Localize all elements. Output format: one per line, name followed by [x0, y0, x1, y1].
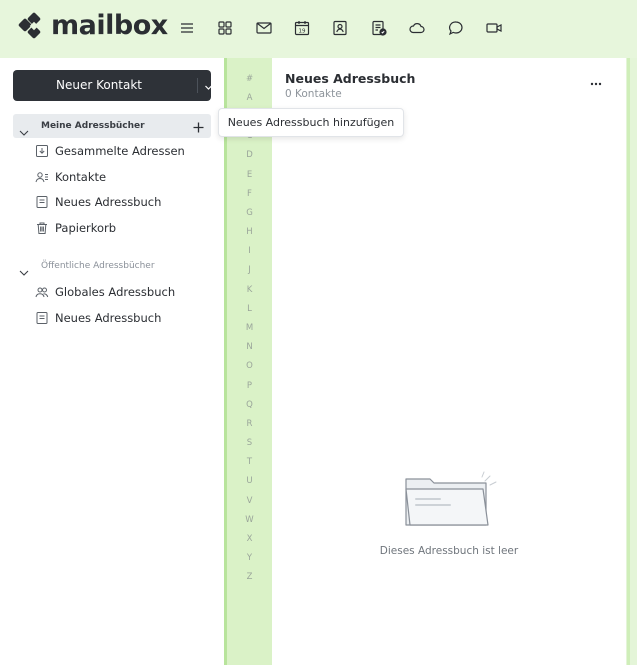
alphabet-index: # A B C D E F G H I J K L M N O P Q R S …: [224, 58, 272, 665]
alphabet-letter[interactable]: P: [227, 381, 272, 391]
right-edge: [626, 58, 637, 665]
alphabet-letter[interactable]: K: [227, 285, 272, 295]
new-contact-label: Neuer Kontakt: [55, 78, 143, 92]
video-icon[interactable]: [485, 19, 503, 37]
contacts-list-icon: [34, 169, 50, 185]
addressbook-item-contacts[interactable]: Kontakte: [34, 166, 106, 188]
tooltip-add-addressbook: Neues Adressbuch hinzufügen: [218, 108, 404, 137]
brand-name: mailbox: [51, 10, 168, 41]
cloud-icon[interactable]: [408, 19, 426, 37]
page-title: Neues Adressbuch: [285, 71, 416, 86]
addressbook-item-public-new[interactable]: Neues Adressbuch: [34, 307, 161, 329]
chat-icon[interactable]: [447, 19, 465, 37]
alphabet-letter[interactable]: X: [227, 534, 272, 544]
section-title: Meine Adressbücher: [41, 121, 145, 131]
chevron-down-icon[interactable]: [19, 262, 29, 281]
scrollbar[interactable]: [627, 58, 630, 665]
alphabet-letter[interactable]: #: [227, 74, 272, 84]
alphabet-letter[interactable]: W: [227, 515, 272, 525]
logo[interactable]: mailbox: [16, 11, 168, 41]
group-icon: [34, 284, 50, 300]
alphabet-letter[interactable]: N: [227, 342, 272, 352]
calendar-icon[interactable]: 19: [293, 19, 311, 37]
alphabet-letter[interactable]: T: [227, 457, 272, 467]
chevron-down-icon[interactable]: [204, 81, 213, 95]
addressbook-item-trash[interactable]: Papierkorb: [34, 217, 116, 239]
alphabet-letter[interactable]: O: [227, 361, 272, 371]
tasks-icon[interactable]: [370, 19, 388, 37]
alphabet-letter[interactable]: E: [227, 170, 272, 180]
addressbook-item-new[interactable]: Neues Adressbuch: [34, 191, 161, 213]
addressbook-label: Papierkorb: [55, 221, 117, 235]
logo-icon: [18, 12, 41, 39]
addressbook-label: Gesammelte Adressen: [55, 144, 185, 158]
button-divider: [197, 78, 198, 93]
chevron-down-icon[interactable]: [19, 122, 29, 141]
addressbook-item-global[interactable]: Globales Adressbuch: [34, 281, 175, 303]
alphabet-letter[interactable]: I: [227, 246, 272, 256]
addressbook-label: Neues Adressbuch: [55, 195, 162, 209]
contacts-icon[interactable]: [331, 19, 349, 37]
addressbook-label: Kontakte: [55, 170, 107, 184]
alphabet-letter[interactable]: V: [227, 496, 272, 506]
empty-state-text: Dieses Adressbuch ist leer: [379, 545, 519, 557]
contact-count: 0 Kontakte: [285, 88, 342, 100]
alphabet-letter[interactable]: F: [227, 189, 272, 199]
more-icon: [590, 82, 602, 86]
add-addressbook-icon[interactable]: [192, 119, 205, 138]
alphabet-letter[interactable]: Z: [227, 572, 272, 582]
new-contact-button[interactable]: Neuer Kontakt: [13, 70, 213, 101]
mail-icon[interactable]: [255, 19, 273, 37]
alphabet-letter[interactable]: R: [227, 419, 272, 429]
svg-text:19: 19: [299, 29, 306, 35]
menu-icon[interactable]: [178, 19, 196, 37]
more-options-button[interactable]: [584, 76, 608, 90]
contact-list-panel: Neues Adressbuch 0 Kontakte Dieses Adres…: [272, 58, 626, 665]
empty-folder-icon: [402, 471, 502, 537]
alphabet-letter[interactable]: J: [227, 265, 272, 275]
alphabet-letter[interactable]: U: [227, 476, 272, 486]
alphabet-letter[interactable]: L: [227, 304, 272, 314]
alphabet-letter[interactable]: H: [227, 227, 272, 237]
alphabet-letter[interactable]: M: [227, 323, 272, 333]
addressbook-label: Globales Adressbuch: [55, 285, 176, 299]
my-addressbooks-header[interactable]: Meine Adressbücher: [13, 114, 211, 138]
addressbook-label: Neues Adressbuch: [55, 311, 162, 325]
alphabet-letter[interactable]: A: [227, 93, 272, 103]
collected-icon: [34, 143, 50, 159]
public-addressbooks-header[interactable]: Öffentliche Adressbücher: [13, 254, 211, 278]
alphabet-letter[interactable]: S: [227, 438, 272, 448]
alphabet-letter[interactable]: D: [227, 150, 272, 160]
section-title: Öffentliche Adressbücher: [41, 261, 155, 271]
top-bar: mailbox 19: [0, 0, 637, 58]
trash-icon: [34, 220, 50, 236]
sidebar: Neuer Kontakt Meine Adressbücher Gesamme…: [0, 58, 224, 665]
addressbook-icon: [34, 194, 50, 210]
alphabet-letter[interactable]: Y: [227, 553, 272, 563]
apps-icon[interactable]: [216, 19, 234, 37]
addressbook-icon: [34, 310, 50, 326]
addressbook-item-collected[interactable]: Gesammelte Adressen: [34, 140, 185, 162]
alphabet-letter[interactable]: G: [227, 208, 272, 218]
alphabet-letter[interactable]: Q: [227, 400, 272, 410]
